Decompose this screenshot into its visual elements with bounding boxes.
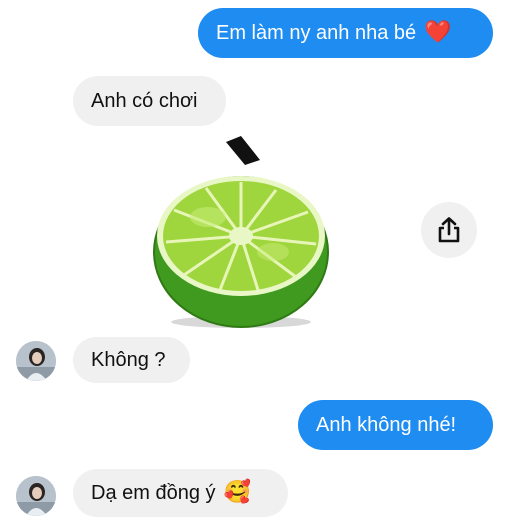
message-bubble-incoming[interactable]: Không ? [73,337,190,383]
avatar-photo-icon [16,341,56,381]
message-bubble-outgoing[interactable]: Anh không nhé! [298,400,493,450]
avatar[interactable] [16,341,56,381]
message-bubble-outgoing[interactable]: Em làm ny anh nha bé ❤️ [198,8,493,58]
lime-sticker[interactable] [148,132,334,332]
avatar[interactable] [16,476,56,516]
heart-emoji-icon: ❤️ [424,20,452,45]
message-text: Anh không nhé! [316,414,457,436]
avatar-photo-icon [16,476,56,516]
message-bubble-incoming[interactable]: Anh có chơi [73,76,226,126]
message-bubble-incoming[interactable]: Dạ em đồng ý 🥰 [73,469,288,517]
message-text: Anh có chơi [91,90,198,112]
message-text: Em làm ny anh nha bé [216,22,417,44]
message-text: Dạ em đồng ý [91,482,216,504]
share-button[interactable] [421,202,477,258]
lime-half-icon [153,136,329,328]
share-icon [438,217,460,243]
smiling-face-with-hearts-emoji-icon: 🥰 [223,480,251,505]
message-text: Không ? [91,349,166,371]
